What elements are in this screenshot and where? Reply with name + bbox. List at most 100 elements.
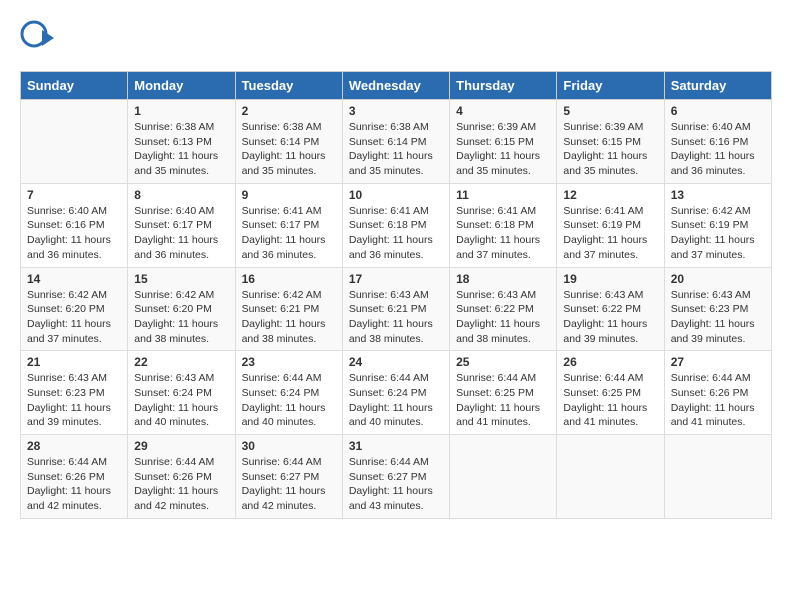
day-info: Sunrise: 6:44 AM Sunset: 6:25 PM Dayligh… xyxy=(456,371,550,430)
day-info: Sunrise: 6:43 AM Sunset: 6:22 PM Dayligh… xyxy=(563,288,657,347)
day-of-week-header: Tuesday xyxy=(235,72,342,100)
calendar-day-cell: 22 Sunrise: 6:43 AM Sunset: 6:24 PM Dayli… xyxy=(128,351,235,435)
day-number: 30 xyxy=(242,439,336,453)
calendar-day-cell: 27 Sunrise: 6:44 AM Sunset: 6:26 PM Dayli… xyxy=(664,351,771,435)
calendar-week-row: 28Sunrise: 6:44 AM Sunset: 6:26 PM Dayli… xyxy=(21,435,772,519)
day-info: Sunrise: 6:42 AM Sunset: 6:20 PM Dayligh… xyxy=(27,288,121,347)
day-info: Sunrise: 6:44 AM Sunset: 6:24 PM Dayligh… xyxy=(349,371,443,430)
day-number: 5 xyxy=(563,104,657,118)
calendar-day-cell: 18 Sunrise: 6:43 AM Sunset: 6:22 PM Dayli… xyxy=(450,267,557,351)
calendar-day-cell xyxy=(21,100,128,184)
calendar-day-cell: 6 Sunrise: 6:40 AM Sunset: 6:16 PM Daylig… xyxy=(664,100,771,184)
calendar-day-cell: 10 Sunrise: 6:41 AM Sunset: 6:18 PM Dayli… xyxy=(342,183,449,267)
calendar-day-cell: 17Sunrise: 6:43 AM Sunset: 6:21 PM Dayli… xyxy=(342,267,449,351)
day-info: Sunrise: 6:40 AM Sunset: 6:16 PM Dayligh… xyxy=(27,204,121,263)
day-info: Sunrise: 6:44 AM Sunset: 6:26 PM Dayligh… xyxy=(27,455,121,514)
calendar-day-cell: 19 Sunrise: 6:43 AM Sunset: 6:22 PM Dayli… xyxy=(557,267,664,351)
calendar-day-cell xyxy=(557,435,664,519)
day-info: Sunrise: 6:43 AM Sunset: 6:23 PM Dayligh… xyxy=(671,288,765,347)
calendar-day-cell: 23Sunrise: 6:44 AM Sunset: 6:24 PM Dayli… xyxy=(235,351,342,435)
calendar-day-cell: 30 Sunrise: 6:44 AM Sunset: 6:27 PM Dayli… xyxy=(235,435,342,519)
day-number: 18 xyxy=(456,272,550,286)
day-info: Sunrise: 6:41 AM Sunset: 6:19 PM Dayligh… xyxy=(563,204,657,263)
day-number: 11 xyxy=(456,188,550,202)
calendar-day-cell: 11 Sunrise: 6:41 AM Sunset: 6:18 PM Dayli… xyxy=(450,183,557,267)
day-number: 22 xyxy=(134,355,228,369)
day-number: 16 xyxy=(242,272,336,286)
day-info: Sunrise: 6:42 AM Sunset: 6:21 PM Dayligh… xyxy=(242,288,336,347)
calendar-day-cell: 14 Sunrise: 6:42 AM Sunset: 6:20 PM Dayli… xyxy=(21,267,128,351)
day-number: 14 xyxy=(27,272,121,286)
day-info: Sunrise: 6:44 AM Sunset: 6:25 PM Dayligh… xyxy=(563,371,657,430)
day-info: Sunrise: 6:43 AM Sunset: 6:22 PM Dayligh… xyxy=(456,288,550,347)
day-number: 27 xyxy=(671,355,765,369)
calendar-day-cell: 2Sunrise: 6:38 AM Sunset: 6:14 PM Daylig… xyxy=(235,100,342,184)
day-number: 8 xyxy=(134,188,228,202)
day-info: Sunrise: 6:38 AM Sunset: 6:14 PM Dayligh… xyxy=(242,120,336,179)
day-number: 19 xyxy=(563,272,657,286)
calendar-day-cell: 16 Sunrise: 6:42 AM Sunset: 6:21 PM Dayli… xyxy=(235,267,342,351)
calendar-day-cell: 4 Sunrise: 6:39 AM Sunset: 6:15 PM Daylig… xyxy=(450,100,557,184)
day-of-week-header: Sunday xyxy=(21,72,128,100)
day-info: Sunrise: 6:40 AM Sunset: 6:17 PM Dayligh… xyxy=(134,204,228,263)
day-number: 31 xyxy=(349,439,443,453)
day-info: Sunrise: 6:42 AM Sunset: 6:19 PM Dayligh… xyxy=(671,204,765,263)
day-number: 29 xyxy=(134,439,228,453)
day-info: Sunrise: 6:41 AM Sunset: 6:18 PM Dayligh… xyxy=(456,204,550,263)
calendar-week-row: 1 Sunrise: 6:38 AM Sunset: 6:13 PM Daylig… xyxy=(21,100,772,184)
day-number: 6 xyxy=(671,104,765,118)
day-info: Sunrise: 6:38 AM Sunset: 6:13 PM Dayligh… xyxy=(134,120,228,179)
day-info: Sunrise: 6:39 AM Sunset: 6:15 PM Dayligh… xyxy=(456,120,550,179)
logo xyxy=(20,20,60,61)
day-info: Sunrise: 6:43 AM Sunset: 6:24 PM Dayligh… xyxy=(134,371,228,430)
calendar-day-cell: 26 Sunrise: 6:44 AM Sunset: 6:25 PM Dayli… xyxy=(557,351,664,435)
calendar-day-cell: 15 Sunrise: 6:42 AM Sunset: 6:20 PM Dayli… xyxy=(128,267,235,351)
day-number: 15 xyxy=(134,272,228,286)
calendar-week-row: 7Sunrise: 6:40 AM Sunset: 6:16 PM Daylig… xyxy=(21,183,772,267)
day-info: Sunrise: 6:41 AM Sunset: 6:17 PM Dayligh… xyxy=(242,204,336,263)
day-number: 9 xyxy=(242,188,336,202)
day-info: Sunrise: 6:44 AM Sunset: 6:27 PM Dayligh… xyxy=(349,455,443,514)
calendar-day-cell: 31 Sunrise: 6:44 AM Sunset: 6:27 PM Dayli… xyxy=(342,435,449,519)
day-number: 24 xyxy=(349,355,443,369)
page-header xyxy=(20,20,772,61)
calendar-week-row: 21 Sunrise: 6:43 AM Sunset: 6:23 PM Dayli… xyxy=(21,351,772,435)
calendar-day-cell: 21 Sunrise: 6:43 AM Sunset: 6:23 PM Dayli… xyxy=(21,351,128,435)
calendar-day-cell: 25 Sunrise: 6:44 AM Sunset: 6:25 PM Dayli… xyxy=(450,351,557,435)
day-info: Sunrise: 6:43 AM Sunset: 6:21 PM Dayligh… xyxy=(349,288,443,347)
calendar-day-cell: 8 Sunrise: 6:40 AM Sunset: 6:17 PM Daylig… xyxy=(128,183,235,267)
calendar-week-row: 14 Sunrise: 6:42 AM Sunset: 6:20 PM Dayli… xyxy=(21,267,772,351)
calendar-day-cell: 7Sunrise: 6:40 AM Sunset: 6:16 PM Daylig… xyxy=(21,183,128,267)
day-info: Sunrise: 6:44 AM Sunset: 6:26 PM Dayligh… xyxy=(671,371,765,430)
calendar-day-cell: 5 Sunrise: 6:39 AM Sunset: 6:15 PM Daylig… xyxy=(557,100,664,184)
day-info: Sunrise: 6:44 AM Sunset: 6:24 PM Dayligh… xyxy=(242,371,336,430)
day-number: 10 xyxy=(349,188,443,202)
day-of-week-header: Thursday xyxy=(450,72,557,100)
day-number: 12 xyxy=(563,188,657,202)
day-info: Sunrise: 6:39 AM Sunset: 6:15 PM Dayligh… xyxy=(563,120,657,179)
day-number: 21 xyxy=(27,355,121,369)
day-number: 1 xyxy=(134,104,228,118)
logo-icon xyxy=(20,20,56,61)
day-number: 26 xyxy=(563,355,657,369)
calendar-day-cell: 13 Sunrise: 6:42 AM Sunset: 6:19 PM Dayli… xyxy=(664,183,771,267)
day-info: Sunrise: 6:41 AM Sunset: 6:18 PM Dayligh… xyxy=(349,204,443,263)
day-number: 25 xyxy=(456,355,550,369)
day-of-week-header: Friday xyxy=(557,72,664,100)
day-number: 3 xyxy=(349,104,443,118)
calendar-day-cell: 28Sunrise: 6:44 AM Sunset: 6:26 PM Dayli… xyxy=(21,435,128,519)
day-info: Sunrise: 6:40 AM Sunset: 6:16 PM Dayligh… xyxy=(671,120,765,179)
calendar-day-cell: 9 Sunrise: 6:41 AM Sunset: 6:17 PM Daylig… xyxy=(235,183,342,267)
day-of-week-header: Saturday xyxy=(664,72,771,100)
day-number: 20 xyxy=(671,272,765,286)
day-info: Sunrise: 6:44 AM Sunset: 6:26 PM Dayligh… xyxy=(134,455,228,514)
day-info: Sunrise: 6:43 AM Sunset: 6:23 PM Dayligh… xyxy=(27,371,121,430)
day-number: 13 xyxy=(671,188,765,202)
day-info: Sunrise: 6:42 AM Sunset: 6:20 PM Dayligh… xyxy=(134,288,228,347)
day-info: Sunrise: 6:38 AM Sunset: 6:14 PM Dayligh… xyxy=(349,120,443,179)
calendar-day-cell: 1 Sunrise: 6:38 AM Sunset: 6:13 PM Daylig… xyxy=(128,100,235,184)
calendar-day-cell: 3 Sunrise: 6:38 AM Sunset: 6:14 PM Daylig… xyxy=(342,100,449,184)
day-info: Sunrise: 6:44 AM Sunset: 6:27 PM Dayligh… xyxy=(242,455,336,514)
day-number: 4 xyxy=(456,104,550,118)
calendar-day-cell xyxy=(450,435,557,519)
